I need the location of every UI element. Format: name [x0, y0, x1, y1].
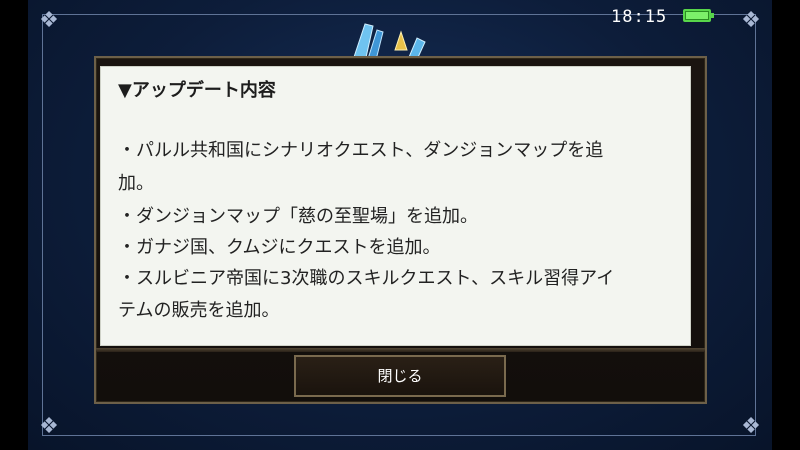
close-button[interactable]: 閉じる [294, 355, 506, 397]
ornament-corner-icon: ❖ [741, 8, 761, 33]
ornament-corner-icon: ❖ [741, 414, 761, 439]
status-time: 18:15 [611, 7, 668, 27]
battery-icon [683, 9, 714, 22]
content-line: ・パルル共和国にシナリオクエスト、ダンジョンマップを追 [118, 140, 604, 161]
content-line: ・スルビニア帝国に3次職のスキルクエスト、スキル習得アイ [118, 268, 615, 289]
right-bezel [772, 0, 800, 450]
battery-level-fill [686, 12, 708, 19]
content-line: テムの販売を追加。 [118, 300, 280, 321]
dialog-title: ▼アップデート内容 [118, 80, 276, 101]
ornament-corner-icon: ❖ [39, 8, 59, 33]
dialog-divider [96, 348, 705, 352]
content-line: ・ダンジョンマップ「慈の至聖場」を追加。 [118, 206, 478, 227]
content-line: 加。 [118, 173, 154, 194]
content-line: ・ガナジ国、クムジにクエストを追加。 [118, 237, 441, 258]
ornament-corner-icon: ❖ [39, 414, 59, 439]
left-bezel [0, 0, 28, 450]
